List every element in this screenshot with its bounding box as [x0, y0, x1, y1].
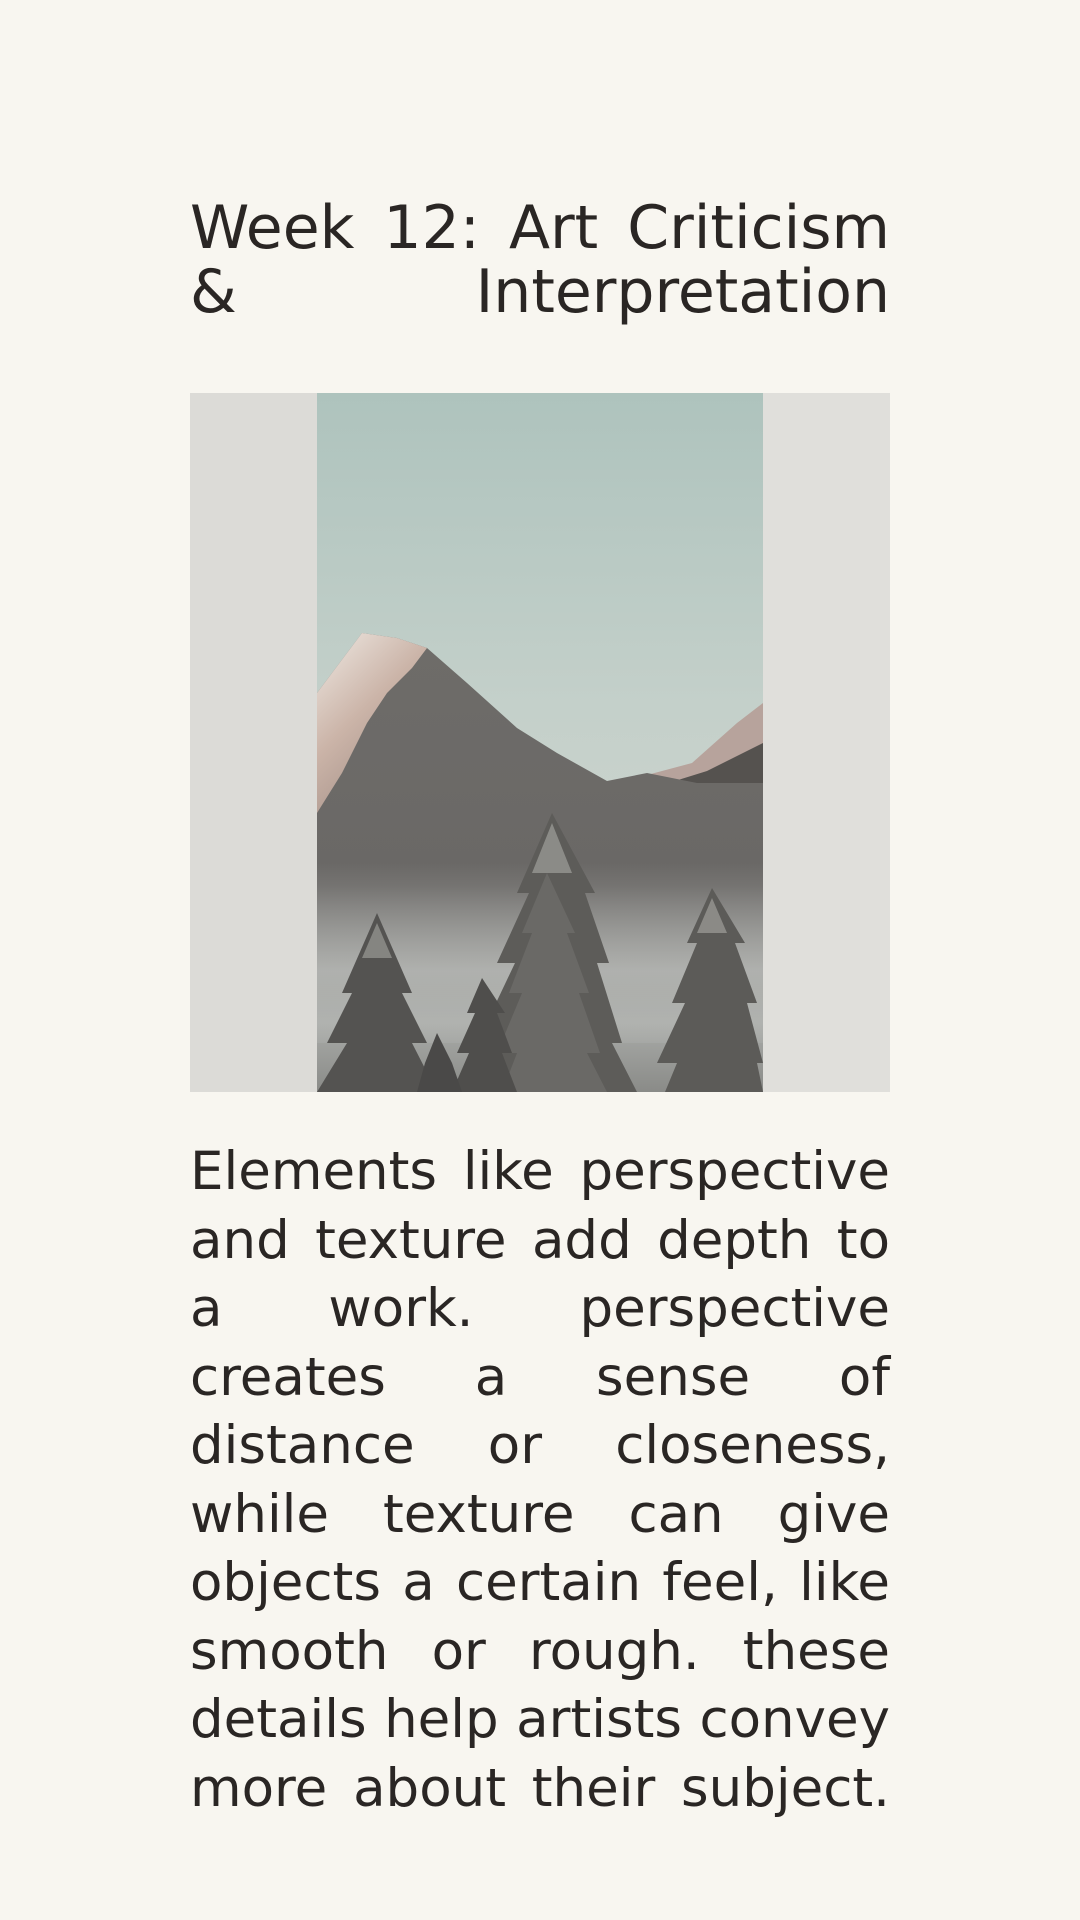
body-line: smooth or rough. these — [190, 1620, 890, 1682]
slide-title: Week 12: Art Criticism & Interpretation — [190, 196, 890, 324]
title-line-1: Week 12: Art Criticism — [190, 193, 890, 263]
mountain-forest-painting — [317, 393, 763, 1092]
body-line: details help artists convey — [190, 1689, 890, 1750]
body-line: and texture add depth to — [190, 1209, 890, 1271]
body-line: while texture can give — [190, 1483, 890, 1545]
artwork-frame — [190, 393, 890, 1092]
body-line: creates a sense of — [190, 1346, 890, 1408]
body-line: objects a certain feel, like — [190, 1552, 890, 1613]
body-line: distance or closeness, — [190, 1415, 890, 1476]
artwork-mat-right — [763, 393, 890, 1092]
slide-page: Week 12: Art Criticism & Interpretation — [0, 0, 1080, 1920]
body-paragraph: Elements like perspective and texture ad… — [190, 1138, 890, 1823]
title-line-2: & Interpretation — [190, 257, 890, 327]
body-line: more about their subject. — [190, 1757, 890, 1819]
body-line: Elements like perspective — [190, 1141, 890, 1202]
body-line: a work. perspective — [190, 1278, 890, 1339]
